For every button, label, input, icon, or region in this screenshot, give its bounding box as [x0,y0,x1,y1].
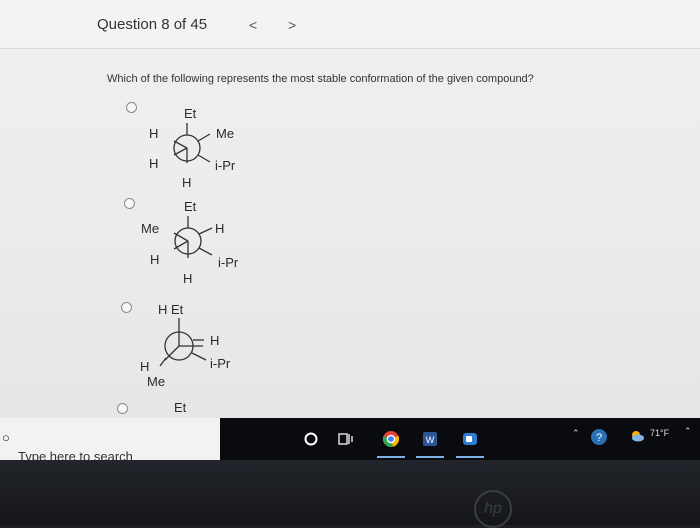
task-view-icon[interactable] [336,430,354,448]
search-icon: ○ [2,430,10,445]
option-2-back-right-top: H [215,221,225,236]
chrome-icon[interactable] [382,430,400,448]
cortana-icon[interactable] [302,430,320,448]
option-3-back-left: H [140,359,150,374]
option-2-front-left-top: Me [141,221,160,236]
newman-projections [159,123,213,367]
hp-logo: hp [474,490,512,528]
temperature-label: 71°F [650,428,670,438]
option-3-front-right-bottom: i-Pr [210,356,231,371]
option-1-structure [173,123,211,163]
weather-icon[interactable] [628,427,646,445]
option-4-radio[interactable] [117,403,128,414]
option-1-back-right-bottom: i-Pr [215,158,236,173]
option-4-top-label: Et [174,400,187,415]
notification-chevron-icon[interactable]: ⌃ [684,426,692,437]
meet-active-indicator [456,456,484,458]
option-3-top-label: H Et [158,302,184,317]
word-active-indicator [416,456,444,458]
option-2-front-left-bottom: H [150,252,160,267]
help-icon[interactable]: ? [590,428,608,446]
option-1-front-left-top: H [149,126,159,141]
svg-text:?: ? [596,432,602,444]
option-3-radio[interactable] [121,302,132,313]
option-3-structure [159,318,207,367]
option-1-back-right-top: Me [216,126,235,141]
svg-text:W: W [426,435,435,445]
meet-icon[interactable] [461,430,479,448]
option-2-structure [173,216,213,258]
tray-expand-icon[interactable]: ⌃ [572,428,580,439]
taskbar-search-box[interactable]: ○ Type here to search [0,418,220,464]
option-2-front-bottom: H [183,271,193,286]
option-1-back-top: Et [184,106,197,121]
option-3-front-right-top: H [210,333,220,348]
windows-taskbar: ○ Type here to search W ⌃ ? 71°F ⌃ [0,418,700,464]
word-icon[interactable]: W [421,430,439,448]
option-2-back-top: Et [184,199,197,214]
laptop-bezel: hp [0,460,700,528]
option-2-back-right-bottom: i-Pr [218,255,239,270]
option-2-radio[interactable] [124,198,135,209]
option-1-front-bottom: H [182,175,192,190]
chrome-active-indicator [377,456,405,458]
quiz-screen: Question 8 of 45 < > Which of the follow… [0,0,700,418]
option-1-front-left-bottom: H [149,156,159,171]
option-3-back-bottom: Me [147,374,166,389]
